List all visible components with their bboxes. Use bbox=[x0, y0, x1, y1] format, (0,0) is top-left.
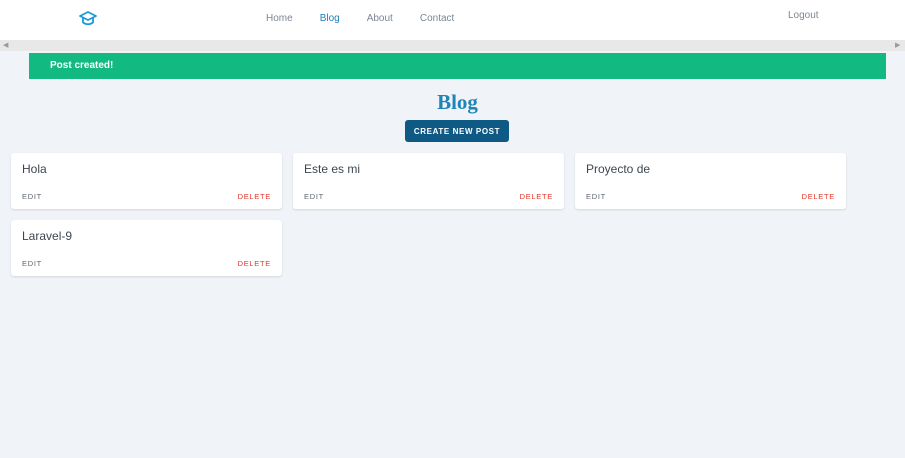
triangle-right-icon[interactable]: ▶ bbox=[895, 41, 900, 50]
delete-button[interactable]: DELETE bbox=[802, 192, 835, 201]
post-title: Este es mi bbox=[304, 162, 361, 176]
post-card: Este es mi EDIT DELETE bbox=[293, 153, 564, 209]
post-card: Laravel-9 EDIT DELETE bbox=[11, 220, 282, 276]
post-title: Proyecto de bbox=[586, 162, 651, 176]
nav-link-about[interactable]: About bbox=[367, 13, 393, 24]
delete-button[interactable]: DELETE bbox=[520, 192, 553, 201]
nav-links: Home Blog About Contact bbox=[266, 13, 481, 24]
nav-link-contact[interactable]: Contact bbox=[420, 13, 454, 24]
graduation-cap-icon[interactable] bbox=[78, 9, 98, 29]
create-new-post-button[interactable]: CREATE NEW POST bbox=[405, 120, 509, 142]
edit-button[interactable]: EDIT bbox=[22, 192, 42, 201]
edit-button[interactable]: EDIT bbox=[22, 259, 42, 268]
delete-button[interactable]: DELETE bbox=[238, 259, 271, 268]
nav-link-home[interactable]: Home bbox=[266, 13, 293, 24]
logout-link[interactable]: Logout bbox=[788, 10, 819, 21]
page-title: Blog bbox=[437, 90, 478, 114]
delete-button[interactable]: DELETE bbox=[238, 192, 271, 201]
edit-button[interactable]: EDIT bbox=[304, 192, 324, 201]
success-alert: Post created! bbox=[29, 53, 886, 79]
top-navbar: Home Blog About Contact Logout bbox=[0, 0, 905, 40]
post-card: Proyecto de EDIT DELETE bbox=[575, 153, 846, 209]
nav-link-blog[interactable]: Blog bbox=[320, 13, 340, 24]
post-title: Laravel-9 bbox=[22, 229, 73, 243]
edit-button[interactable]: EDIT bbox=[586, 192, 606, 201]
post-title: Hola bbox=[22, 162, 47, 176]
post-card: Hola EDIT DELETE bbox=[11, 153, 282, 209]
horizontal-scrollbar[interactable]: ◀ ▶ bbox=[0, 40, 905, 51]
triangle-left-icon[interactable]: ◀ bbox=[3, 41, 8, 50]
